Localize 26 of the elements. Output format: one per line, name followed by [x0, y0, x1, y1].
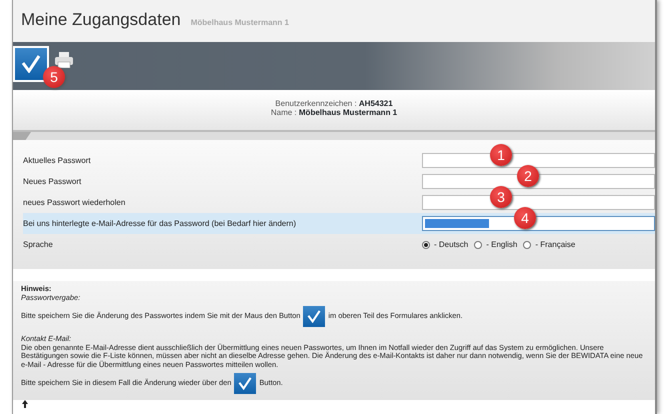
- print-button[interactable]: [55, 52, 73, 68]
- page-title: Meine Zugangsdaten: [21, 10, 181, 29]
- account-label: Benutzerkennzeichen :: [275, 99, 357, 108]
- radio-label: - Française: [535, 238, 576, 250]
- account-label: Name :: [270, 108, 297, 117]
- radio-label: - Deutsch: [434, 238, 468, 250]
- save-button[interactable]: [13, 46, 49, 82]
- check-icon: [21, 55, 41, 73]
- callout-badge: 1: [490, 144, 512, 166]
- radio-button[interactable]: [523, 240, 532, 248]
- field-label: Sprache: [23, 238, 54, 250]
- callout-badge: 5: [43, 66, 65, 88]
- field-label: Aktuelles Passwort: [23, 154, 92, 166]
- check-icon: [303, 306, 326, 328]
- radio-button[interactable]: [422, 240, 430, 248]
- check-icon: [234, 373, 256, 394]
- field-label: neues Passwort wiederholen: [23, 196, 126, 208]
- radio-button[interactable]: [474, 240, 482, 248]
- radio-label: - English: [486, 238, 518, 250]
- page-subtitle: Möbelhaus Mustermann 1: [190, 18, 289, 27]
- field-label: Bei uns hinterlegte e-Mail-Adresse für das Password (bei Bedarf hier ändern): [23, 218, 298, 230]
- field-label: Neues Passwort: [23, 176, 82, 188]
- up-arrow-icon[interactable]: [21, 400, 29, 408]
- account-value: AH54321: [358, 99, 393, 108]
- account-value: Möbelhaus Mustermann 1: [298, 108, 398, 117]
- selected-text-highlight: [425, 219, 489, 228]
